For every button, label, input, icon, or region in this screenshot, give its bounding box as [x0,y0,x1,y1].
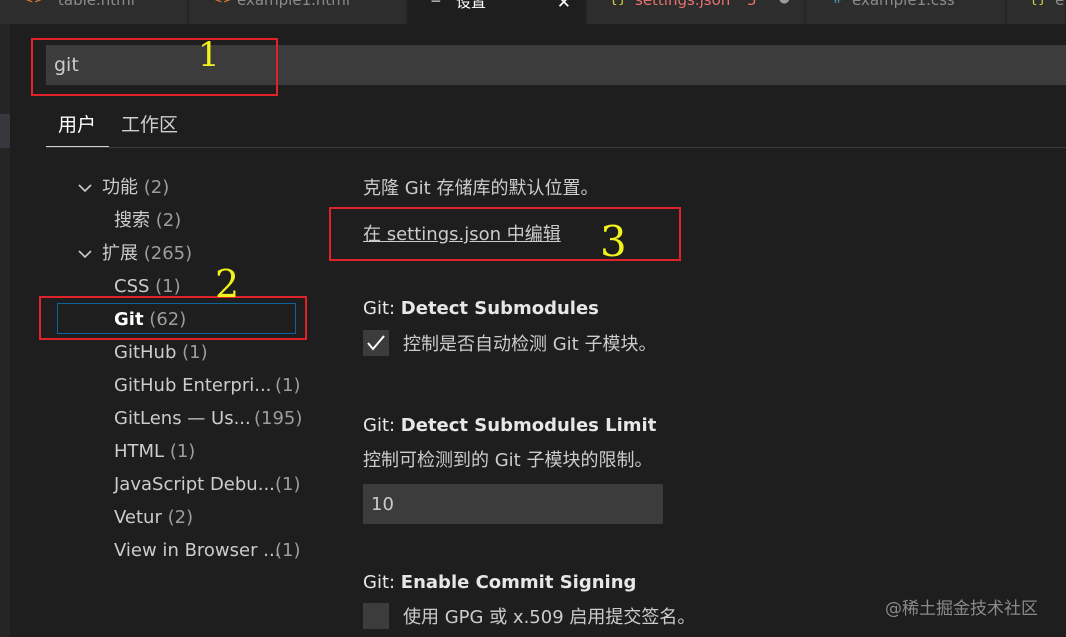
unsaved-dot-icon: ● [779,0,790,6]
toc-label: GitHub [114,342,177,363]
tab-label: e [1055,0,1065,9]
setting-title-detect-submodules-limit: Git: Detect Submodules Limit [363,415,657,436]
tab-example1-html[interactable]: <> example1.html [189,0,407,24]
checkmark-icon [367,335,385,351]
toc-count: (2) [155,210,182,231]
toc-item-html[interactable]: HTML (1) [114,440,195,464]
tab-settings[interactable]: ≡ 设置 ✕ [408,0,586,24]
detect-submodules-limit-field [363,484,663,524]
toc-count: (2) [167,507,194,528]
tab-label: 设置 [456,0,487,11]
toc-label: GitHub Enterpri... [114,375,272,396]
toc-count: (1) [169,441,196,462]
activity-marker [0,114,10,148]
toc-label: HTML [114,441,165,462]
toc-label: JavaScript Debu... [114,474,275,495]
json-icon: {} [609,0,627,7]
detect-submodules-checkbox[interactable] [363,330,389,356]
scope-divider [46,147,1066,148]
toc-count: (1) [275,375,301,396]
toc-count: (1) [275,540,301,561]
toc-count: (1) [155,276,181,297]
annotation-box-git [39,296,307,340]
scope-tab-workspace[interactable]: 工作区 [121,110,178,137]
detect-submodules-description: 控制是否自动检测 Git 子模块。 [403,334,657,355]
enable-commit-signing-description: 使用 GPG 或 x.509 启用提交签名。 [403,607,696,628]
tab-overflow[interactable]: {} e [1007,0,1066,24]
toc-count: (1) [275,474,301,495]
toc-item-gitlens[interactable]: GitLens — Us... [114,407,251,431]
tab-label: table.html [58,0,135,9]
toc-item-github[interactable]: GitHub (1) [114,341,208,365]
toc-item-extensions[interactable]: 扩展 (265) [102,242,192,266]
setting-title-enable-commit-signing: Git: Enable Commit Signing [363,572,637,593]
annotation-number-3: 3 [600,217,627,266]
tab-label: settings.json [635,0,731,9]
html-icon: <> [211,0,234,7]
toc-item-github-enterprise[interactable]: GitHub Enterpri... [114,374,271,398]
setting-title-detect-submodules: Git: Detect Submodules [363,298,599,319]
editor-left-edge [0,24,10,637]
close-icon[interactable]: ✕ [557,0,571,13]
tab-label: example1.html [237,0,351,9]
toc-label: 扩展 [102,243,138,264]
toc-label: CSS [114,276,150,297]
toc-label: GitLens — Us... [114,408,251,429]
toc-label: Vetur [114,507,162,528]
annotation-box-edit-link [329,207,681,261]
scope-tab-user[interactable]: 用户 [58,110,96,137]
problem-count-badge: 5 [747,0,757,9]
annotation-box-search [31,38,278,96]
toc-count: (195) [254,408,303,429]
settings-icon: ≡ [430,0,442,7]
toc-item-features[interactable]: 功能 (2) [102,176,169,200]
json-icon: {} [1029,0,1047,7]
toc-count: (265) [143,243,193,264]
chevron-down-icon[interactable] [76,242,94,266]
watermark: @稀土掘金技术社区 [885,599,1038,619]
toc-item-javascript-debugger[interactable]: JavaScript Debu... [114,473,275,497]
tab-example1-css[interactable]: # example1.css [806,0,1006,24]
toc-label: 搜索 [114,210,150,231]
html-icon: <> [22,0,45,7]
chevron-down-icon[interactable] [76,176,94,200]
tab-table-html[interactable]: <> table.html [0,0,188,24]
css-icon: # [832,0,844,7]
annotation-number-2: 2 [215,262,240,306]
tab-settings-json[interactable]: {} settings.json 5 ● [587,0,805,24]
editor-tab-bar: <> table.html <> example1.html ≡ 设置 ✕ {}… [0,0,1066,24]
toc-label: 功能 [102,177,138,198]
toc-label: View in Browser ... [114,540,281,561]
toc-item-vetur[interactable]: Vetur (2) [114,506,193,530]
toc-count: (1) [182,342,208,363]
detect-submodules-limit-input[interactable] [363,484,663,524]
toc-count: (2) [143,177,170,198]
tab-label: example1.css [852,0,955,9]
default-clone-directory-description: 克隆 Git 存储库的默认位置。 [363,178,599,199]
annotation-number-1: 1 [198,35,220,75]
toc-item-search[interactable]: 搜索 (2) [114,209,181,233]
toc-item-view-in-browser[interactable]: View in Browser ... [114,539,280,563]
enable-commit-signing-checkbox[interactable] [363,603,389,629]
detect-submodules-limit-description: 控制可检测到的 Git 子模块的限制。 [363,450,653,471]
